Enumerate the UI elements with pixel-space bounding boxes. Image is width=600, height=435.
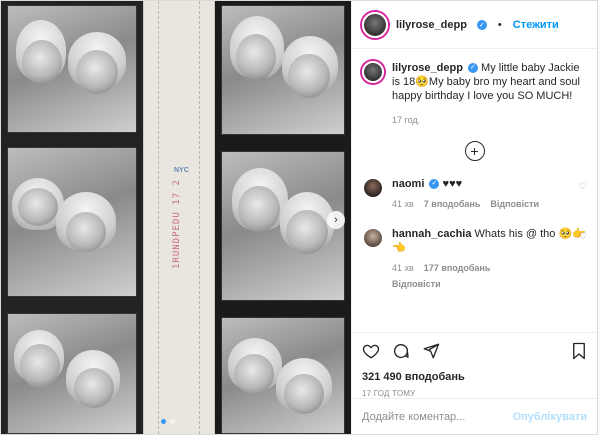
comment-time[interactable]: 41 хв <box>392 197 414 211</box>
carousel-dot <box>170 419 175 424</box>
follow-button[interactable]: Стежити <box>513 19 559 31</box>
verified-badge-icon: ✓ <box>467 63 478 74</box>
photo-frame <box>221 151 345 301</box>
post-actions: 321 490 вподобань 17 ГОД ТОМУ <box>352 332 597 398</box>
photo-frame <box>221 5 345 135</box>
header-username[interactable]: lilyrose_depp <box>396 19 467 31</box>
bookmark-icon[interactable] <box>571 342 587 363</box>
heart-icon[interactable] <box>362 342 380 363</box>
comment-icon[interactable] <box>392 342 410 363</box>
avatar[interactable] <box>362 177 384 199</box>
stamp-code: 1RUNDPEDU 17 2 <box>172 179 182 269</box>
carousel-dot-active <box>161 419 166 424</box>
avatar[interactable] <box>362 11 388 38</box>
chevron-right-icon: › <box>334 214 338 226</box>
comment-time[interactable]: 41 хв <box>392 261 414 275</box>
comment-input[interactable] <box>362 410 513 423</box>
publish-button[interactable]: Опублікувати <box>513 411 587 423</box>
post-header: lilyrose_depp ✓ • Стежити <box>352 1 597 49</box>
comment-item: naomi ✓ ♥♥♥ 41 хв 7 вподобань Відповісти… <box>362 177 587 211</box>
caption: lilyrose_depp ✓ My little baby Jackie is… <box>362 61 587 127</box>
comment-item: hannah_cachia Whats his @ tho 🥺👉👈 41 хв … <box>362 227 587 291</box>
photo-frame <box>7 313 137 434</box>
comment-composer: Опублікувати <box>352 398 597 434</box>
load-more-comments-button[interactable]: + <box>464 141 485 161</box>
next-photo-button[interactable]: › <box>327 211 345 229</box>
post-panel: lilyrose_depp ✓ • Стежити lilyrose_depp … <box>351 1 597 434</box>
photo-frame <box>7 147 137 297</box>
carousel-indicator <box>161 419 175 424</box>
likes-count[interactable]: 321 490 вподобань <box>362 371 587 383</box>
photo-strip-left <box>1 1 143 434</box>
like-comment-heart-icon[interactable]: ♡ <box>579 181 587 192</box>
instagram-post: NYC 1RUNDPEDU 17 2 › lilyrose_depp ✓ • С… <box>0 0 598 435</box>
caption-time[interactable]: 17 год. <box>392 113 587 127</box>
stamp-nyc: NYC <box>174 167 189 174</box>
photo-frame <box>7 5 137 133</box>
caption-username[interactable]: lilyrose_depp <box>392 62 463 74</box>
verified-badge-icon: ✓ <box>429 179 440 190</box>
comment-likes[interactable]: 177 вподобань <box>424 261 491 275</box>
comments-section: lilyrose_depp ✓ My little baby Jackie is… <box>352 49 597 332</box>
comment-username[interactable]: naomi <box>392 178 424 190</box>
verified-badge-icon: ✓ <box>476 19 487 30</box>
share-icon[interactable] <box>422 342 440 363</box>
avatar[interactable] <box>362 227 384 249</box>
photo-frame <box>221 317 345 434</box>
reply-button[interactable]: Відповісти <box>392 277 441 291</box>
reply-button[interactable]: Відповісти <box>490 197 539 211</box>
comment-text: ♥♥♥ <box>442 178 463 190</box>
photo-booth-paper: NYC 1RUNDPEDU 17 2 <box>143 1 215 434</box>
avatar[interactable] <box>362 61 384 83</box>
post-timestamp: 17 ГОД ТОМУ <box>362 389 416 398</box>
comment-username[interactable]: hannah_cachia <box>392 228 471 240</box>
like-comment-heart-icon[interactable]: ♡ <box>579 231 587 242</box>
plus-circle-icon: + <box>470 143 479 159</box>
separator: • <box>497 18 502 31</box>
comment-likes[interactable]: 7 вподобань <box>424 197 481 211</box>
post-photo[interactable]: NYC 1RUNDPEDU 17 2 › <box>1 1 351 434</box>
